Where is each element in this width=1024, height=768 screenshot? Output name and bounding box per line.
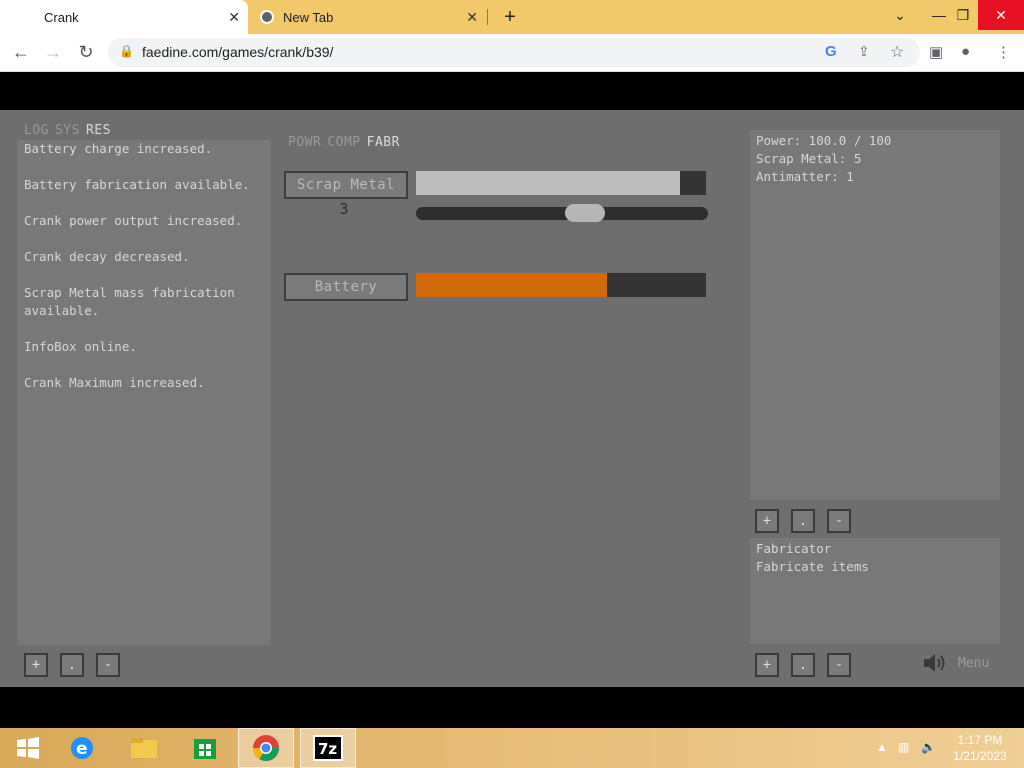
fabricate-scrap-metal-button[interactable]: Scrap Metal bbox=[284, 171, 408, 199]
battery-progress-fill bbox=[416, 273, 608, 297]
browser-toolbar: ← → ↻ 🔒 faedine.com/games/crank/b39/ G ⇪… bbox=[0, 34, 1024, 72]
log-line: Crank power output increased. bbox=[24, 213, 243, 228]
side-panel-icon[interactable]: ▣ bbox=[929, 43, 943, 61]
log-line: Crank decay decreased. bbox=[24, 249, 190, 264]
tab-sys[interactable]: SYS bbox=[55, 123, 80, 138]
log-line: Battery fabrication available. bbox=[24, 177, 250, 192]
stats-panel: Power: 100.0 / 100 Scrap Metal: 5 Antima… bbox=[750, 130, 1000, 500]
info-title: Fabricator bbox=[756, 541, 832, 556]
tab-fabr[interactable]: FABR bbox=[367, 135, 400, 150]
profile-icon[interactable]: ● bbox=[961, 43, 970, 60]
info-minus-button[interactable]: - bbox=[827, 653, 851, 677]
game-area: LOG SYS RES Battery charge increased. Batt… bbox=[0, 110, 1024, 687]
log-line: Battery charge increased. bbox=[24, 141, 213, 156]
battery-progress-bar bbox=[416, 273, 706, 297]
info-reset-button[interactable]: . bbox=[791, 653, 815, 677]
svg-text:e: e bbox=[76, 739, 88, 759]
tab-new-tab[interactable]: New Tab ✕ bbox=[252, 0, 486, 34]
tab-powr[interactable]: POWR bbox=[288, 135, 321, 150]
tab-res[interactable]: RES bbox=[86, 123, 111, 138]
forward-icon[interactable]: → bbox=[42, 42, 64, 63]
back-icon[interactable]: ← bbox=[10, 42, 32, 63]
tab-crank[interactable]: Crank ✕ bbox=[0, 0, 248, 34]
left-tabs: LOG SYS RES bbox=[24, 123, 117, 138]
stat-antimatter: Antimatter: 1 bbox=[756, 169, 854, 184]
url-text[interactable]: faedine.com/games/crank/b39/ bbox=[142, 44, 333, 60]
scrap-metal-progress-bar bbox=[416, 171, 706, 195]
tab-divider bbox=[487, 9, 488, 25]
log-reset-button[interactable]: . bbox=[60, 653, 84, 677]
stats-minus-button[interactable]: - bbox=[827, 509, 851, 533]
info-panel: Fabricator Fabricate items bbox=[750, 538, 1000, 644]
network-icon[interactable]: ▥ bbox=[898, 740, 909, 754]
info-description: Fabricate items bbox=[756, 559, 869, 574]
new-tab-icon[interactable]: + bbox=[500, 6, 520, 29]
log-line: Crank Maximum increased. bbox=[24, 375, 205, 390]
scrap-metal-progress-fill bbox=[416, 171, 680, 195]
svg-text:7z: 7z bbox=[318, 740, 337, 758]
menu-link[interactable]: Menu bbox=[958, 656, 989, 671]
center-tabs: POWR COMP FABR bbox=[288, 135, 406, 150]
fabricate-amount-slider[interactable] bbox=[416, 207, 708, 220]
chrome-taskbar-icon[interactable] bbox=[238, 728, 294, 768]
stats-reset-button[interactable]: . bbox=[791, 509, 815, 533]
log-panel: Battery charge increased. Battery fabric… bbox=[18, 140, 270, 645]
menu-kebab-icon[interactable]: ⋮ bbox=[996, 43, 1011, 61]
tab-comp[interactable]: COMP bbox=[327, 135, 360, 150]
stats-plus-button[interactable]: + bbox=[755, 509, 779, 533]
log-line: Scrap Metal mass fabrication available. bbox=[24, 285, 235, 318]
close-tab-icon[interactable]: ✕ bbox=[466, 9, 478, 26]
scrap-metal-count: 3 bbox=[339, 200, 349, 218]
reload-icon[interactable]: ↻ bbox=[75, 42, 97, 63]
windows-logo-icon bbox=[17, 737, 39, 759]
chrome-icon bbox=[260, 10, 274, 24]
store-icon[interactable] bbox=[177, 728, 233, 768]
internet-explorer-icon[interactable]: e bbox=[54, 728, 110, 768]
close-tab-icon[interactable]: ✕ bbox=[228, 9, 240, 26]
tab-title: New Tab bbox=[283, 9, 334, 25]
window-close-icon[interactable]: ✕ bbox=[978, 0, 1024, 30]
log-minus-button[interactable]: - bbox=[96, 653, 120, 677]
info-plus-button[interactable]: + bbox=[755, 653, 779, 677]
volume-icon[interactable]: 🔈 bbox=[921, 740, 936, 754]
address-bar[interactable]: 🔒 faedine.com/games/crank/b39/ G ⇪ ☆ bbox=[108, 38, 920, 67]
windows-taskbar: e 7z ▲ ▥ 🔈 1:17 PM 1/21/2023 bbox=[0, 728, 1024, 768]
page-bottom-bar bbox=[0, 687, 1024, 728]
stat-scrap-metal: Scrap Metal: 5 bbox=[756, 151, 862, 166]
clock-time: 1:17 PM bbox=[957, 733, 1003, 747]
browser-tab-bar: Crank ✕ New Tab ✕ + ⌄ — ❐ ✕ bbox=[0, 0, 1024, 34]
speaker-icon[interactable] bbox=[922, 651, 948, 675]
tab-log[interactable]: LOG bbox=[24, 123, 49, 138]
log-plus-button[interactable]: + bbox=[24, 653, 48, 677]
stat-power: Power: 100.0 / 100 bbox=[756, 133, 892, 148]
page-top-bar bbox=[0, 72, 1024, 110]
lock-icon[interactable]: 🔒 bbox=[119, 44, 134, 58]
start-button[interactable] bbox=[0, 728, 56, 768]
slider-thumb[interactable] bbox=[564, 204, 605, 222]
file-explorer-icon[interactable] bbox=[116, 728, 172, 768]
clock-date: 1/21/2023 bbox=[953, 749, 1007, 763]
tab-search-chevron-icon[interactable]: ⌄ bbox=[880, 0, 920, 30]
share-icon[interactable]: ⇪ bbox=[858, 43, 870, 60]
tray-expand-icon[interactable]: ▲ bbox=[876, 740, 888, 754]
clock[interactable]: 1:17 PM 1/21/2023 bbox=[948, 732, 1012, 764]
google-icon[interactable]: G bbox=[825, 43, 837, 60]
tab-title: Crank bbox=[44, 9, 79, 25]
7zip-icon[interactable]: 7z bbox=[300, 728, 356, 768]
log-line: InfoBox online. bbox=[24, 339, 137, 354]
bookmark-star-icon[interactable]: ☆ bbox=[890, 42, 904, 62]
fabricate-battery-button[interactable]: Battery bbox=[284, 273, 408, 301]
